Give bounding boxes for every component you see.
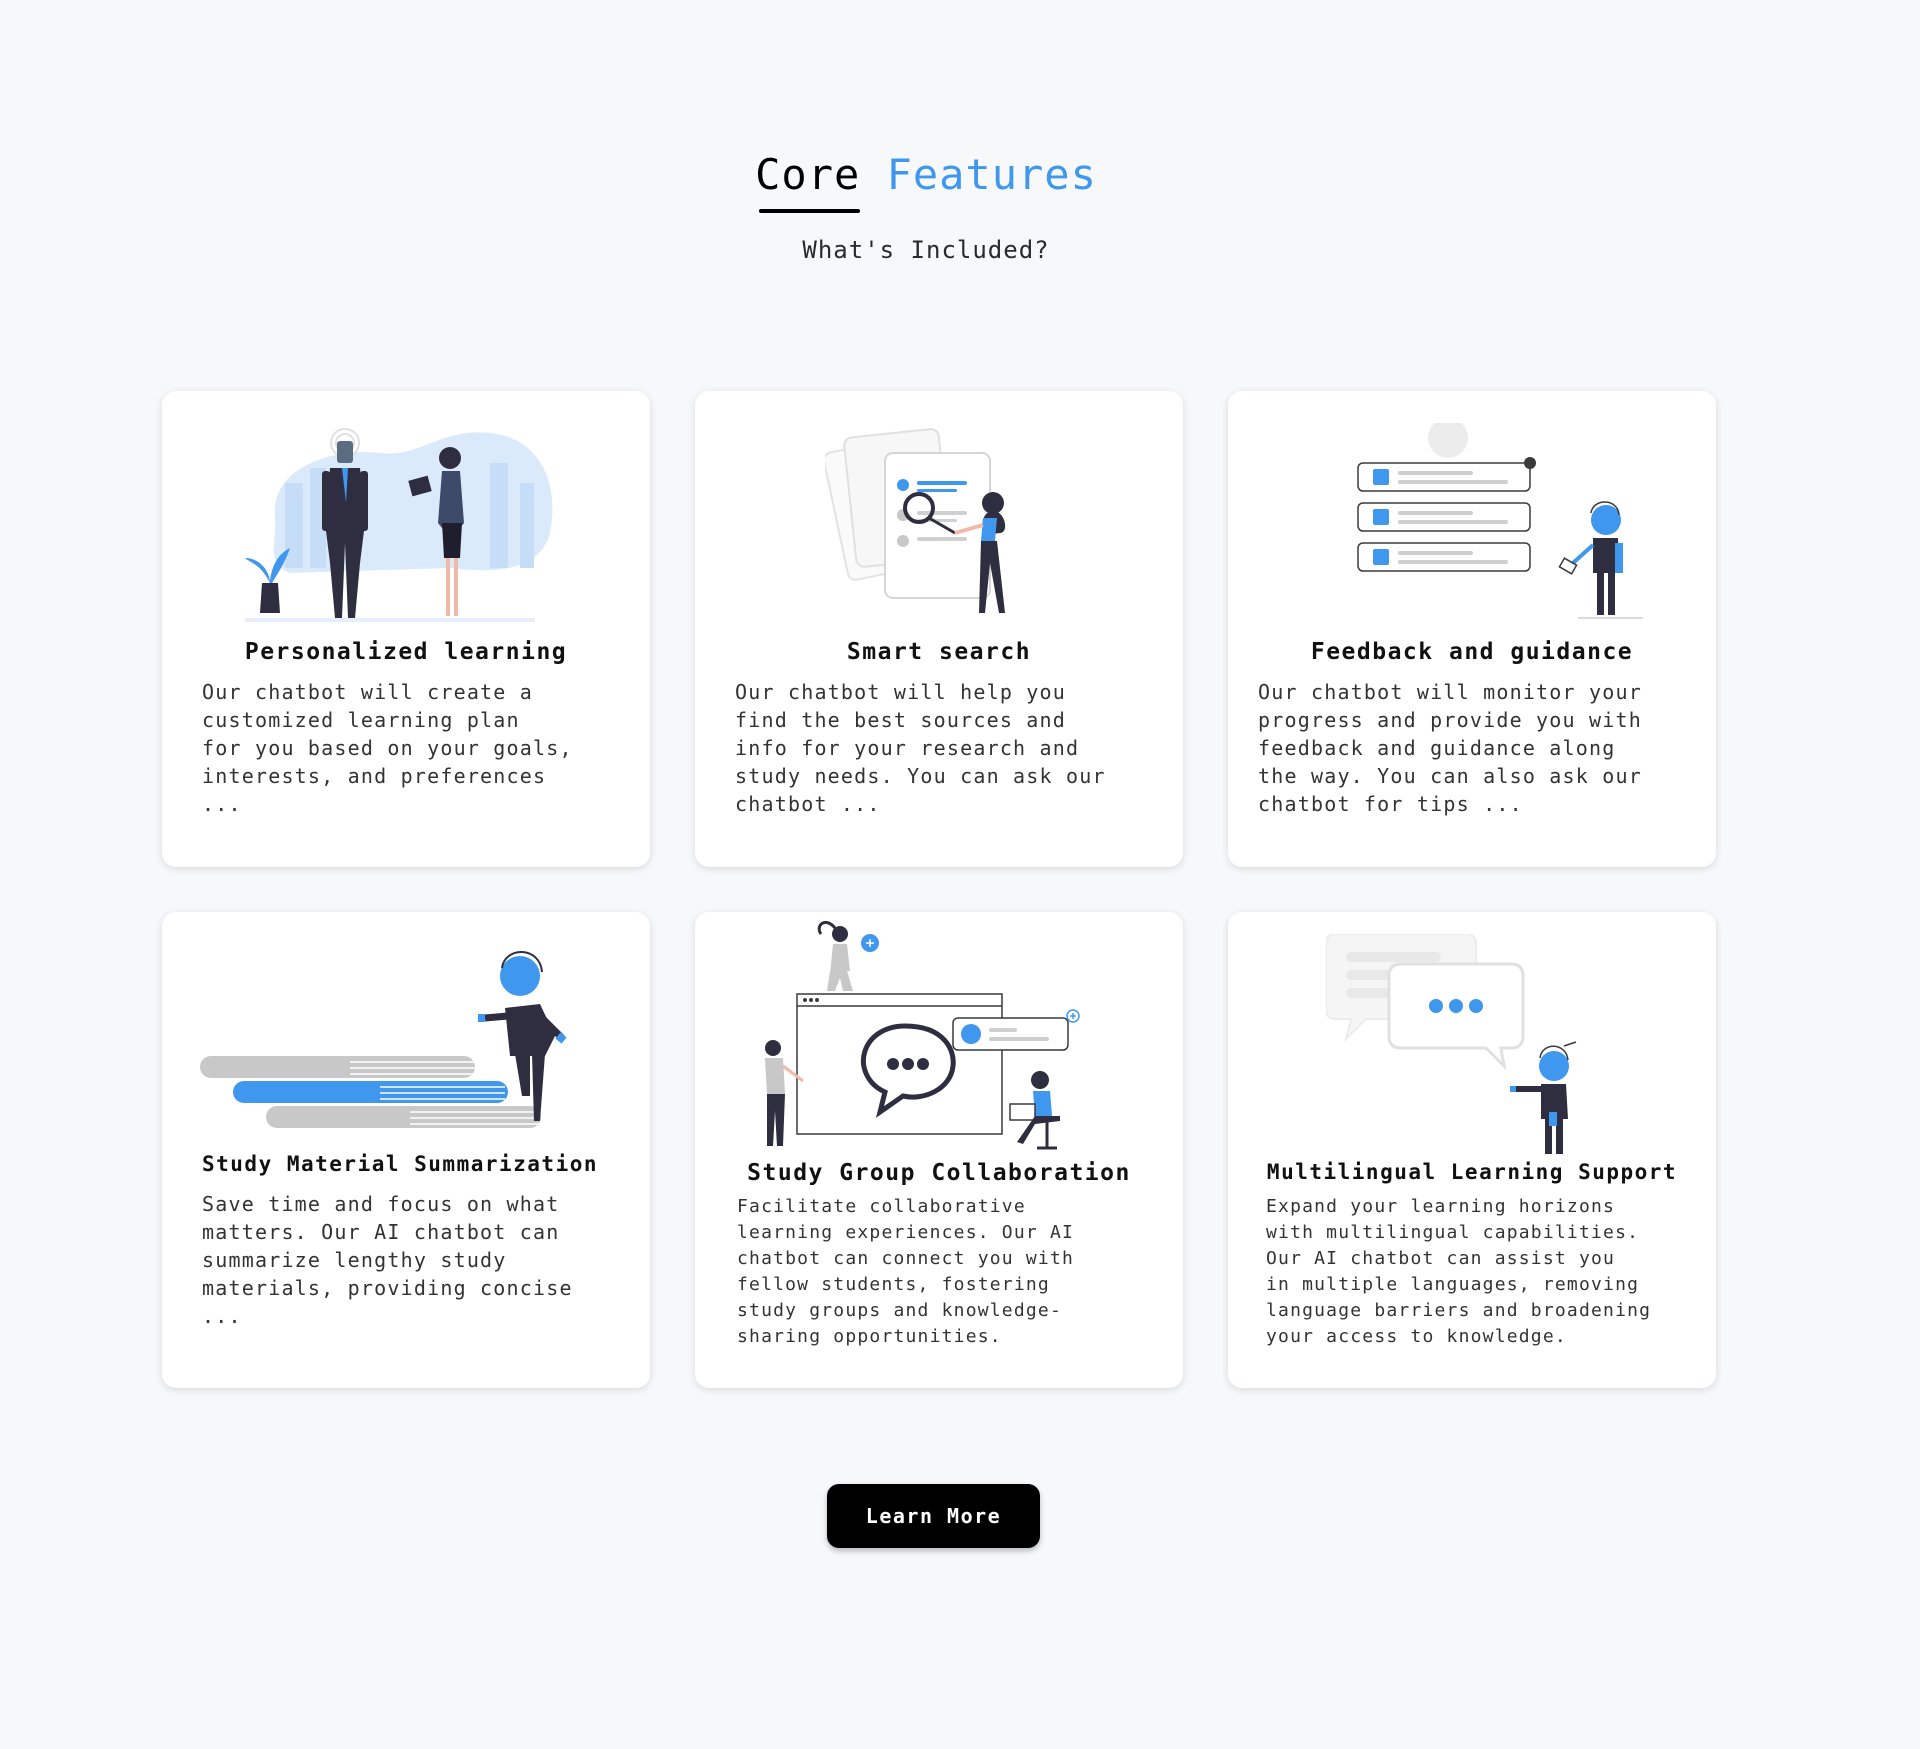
card-description: Facilitate collaborative learning experi… bbox=[737, 1196, 1075, 1347]
card-title: Smart search bbox=[846, 639, 1032, 665]
card-description: Save time and focus on what matters. Our… bbox=[202, 1192, 573, 1328]
feature-card-study-summarization: Study Material Summarization Save time a… bbox=[162, 912, 650, 1388]
section-title: Core Features bbox=[0, 150, 1852, 213]
card-description: Our chatbot will monitor your progress a… bbox=[1258, 680, 1642, 816]
feature-card-feedback-guidance: Feedback and guidance Our chatbot will m… bbox=[1228, 391, 1716, 867]
feature-card-personalized-learning: Personalized learning Our chatbot will c… bbox=[162, 391, 650, 867]
card-title: Multilingual Learning Support bbox=[1266, 1160, 1678, 1184]
section-title-features: Features bbox=[886, 150, 1097, 199]
section-subtitle: What's Included? bbox=[802, 236, 1050, 264]
card-title: Study Material Summarization bbox=[202, 1152, 599, 1176]
books-stack-illustration bbox=[200, 951, 567, 1128]
card-description: Our chatbot will create a customized lea… bbox=[202, 680, 573, 816]
card-title: Feedback and guidance bbox=[1310, 639, 1634, 665]
search-documents-illustration bbox=[825, 428, 1006, 613]
feature-card-smart-search: Smart search Our chatbot will help you f… bbox=[695, 391, 1183, 867]
group-chat-illustration bbox=[765, 921, 1080, 1150]
card-title: Study Group Collaboration bbox=[747, 1160, 1131, 1186]
card-description: Our chatbot will help you find the best … bbox=[735, 680, 1106, 816]
feature-card-study-group: Study Group Collaboration Facilitate col… bbox=[695, 912, 1183, 1388]
section-title-core: Core bbox=[755, 150, 861, 213]
learn-more-button[interactable]: Learn More bbox=[827, 1484, 1040, 1548]
feature-card-multilingual: Multilingual Learning Support Expand you… bbox=[1228, 912, 1716, 1388]
checklist-illustration bbox=[1357, 423, 1643, 619]
chat-bubbles-illustration bbox=[1326, 934, 1577, 1154]
card-description: Expand your learning horizons with multi… bbox=[1266, 1196, 1652, 1347]
business-people-illustration bbox=[245, 428, 553, 622]
card-title: Personalized learning bbox=[244, 639, 568, 665]
